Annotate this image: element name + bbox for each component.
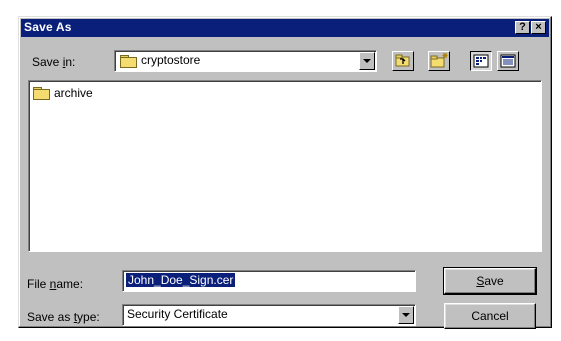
file-name-input[interactable]: John_Doe_Sign.cer [122,270,416,292]
close-button[interactable]: × [531,21,546,34]
details-view-icon [500,54,516,68]
save-in-dropdown[interactable]: cryptostore [114,50,377,72]
save-button[interactable]: Save [443,267,537,295]
help-button[interactable]: ? [515,21,530,34]
save-as-type-dropdown[interactable]: Security Certificate [122,304,416,326]
file-name-label: File name: [27,277,84,291]
title-bar[interactable]: Save As ? × [21,19,549,37]
list-view-icon [473,54,489,68]
folder-icon [120,55,137,68]
file-list[interactable]: archive [28,80,542,252]
details-view-button[interactable] [497,51,519,71]
chevron-down-icon[interactable] [398,306,414,324]
create-new-folder-button[interactable] [428,51,450,71]
list-item[interactable]: archive [33,85,123,101]
dialog-title: Save As [24,20,72,34]
save-in-value: cryptostore [141,53,201,67]
file-name-value: John_Doe_Sign.cer [126,273,236,287]
chevron-down-icon[interactable] [359,52,375,70]
up-one-level-button[interactable] [392,51,414,71]
save-in-label: Save in: [32,55,76,69]
new-folder-icon [430,53,448,68]
up-folder-icon [395,54,410,67]
cancel-button[interactable]: Cancel [444,303,536,329]
save-as-type-label: Save as type: [27,310,100,324]
save-as-dialog: Save As ? × Save in: cryptostore archive… [18,16,552,329]
list-view-button[interactable] [470,51,492,71]
save-as-type-value: Security Certificate [127,307,228,321]
file-name-label: archive [54,86,93,100]
folder-icon [33,87,50,100]
